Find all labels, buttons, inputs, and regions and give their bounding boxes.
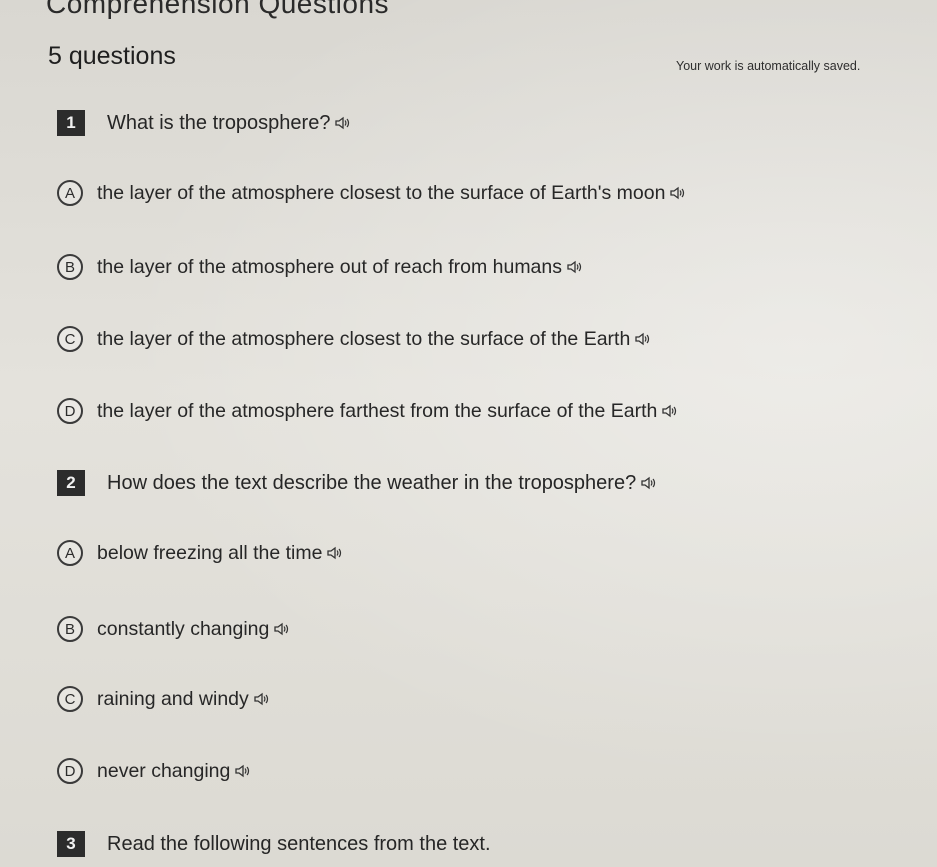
- option-letter-circle[interactable]: D: [57, 398, 83, 424]
- option-letter-circle[interactable]: B: [57, 254, 83, 280]
- question-1: 1 What is the troposphere?: [57, 110, 352, 136]
- speaker-icon[interactable]: [334, 114, 352, 132]
- autosave-notice: Your work is automatically saved.: [676, 59, 861, 73]
- option-text[interactable]: raining and windy: [97, 688, 249, 711]
- answer-option-2d[interactable]: D never changing: [57, 758, 252, 784]
- question-text: What is the troposphere?: [107, 111, 331, 134]
- speaker-icon[interactable]: [661, 402, 679, 420]
- speaker-icon[interactable]: [669, 184, 687, 202]
- option-letter-circle[interactable]: D: [57, 758, 83, 784]
- option-letter-circle[interactable]: A: [57, 540, 83, 566]
- answer-option-1c[interactable]: C the layer of the atmosphere closest to…: [57, 326, 652, 352]
- option-text[interactable]: the layer of the atmosphere closest to t…: [97, 328, 630, 351]
- option-letter-circle[interactable]: C: [57, 686, 83, 712]
- question-text: Read the following sentences from the te…: [107, 832, 491, 855]
- answer-option-1b[interactable]: B the layer of the atmosphere out of rea…: [57, 254, 584, 280]
- question-number-badge: 1: [57, 110, 85, 136]
- answer-option-2c[interactable]: C raining and windy: [57, 686, 271, 712]
- answer-option-2b[interactable]: B constantly changing: [57, 616, 291, 642]
- speaker-icon[interactable]: [566, 258, 584, 276]
- option-text[interactable]: below freezing all the time: [97, 542, 322, 565]
- question-count: 5 questions: [48, 42, 176, 70]
- answer-option-1a[interactable]: A the layer of the atmosphere closest to…: [57, 180, 687, 206]
- speaker-icon[interactable]: [326, 544, 344, 562]
- speaker-icon[interactable]: [640, 474, 658, 492]
- question-number-badge: 2: [57, 470, 85, 496]
- option-text[interactable]: constantly changing: [97, 618, 269, 641]
- option-text[interactable]: the layer of the atmosphere closest to t…: [97, 182, 665, 205]
- option-letter-circle[interactable]: C: [57, 326, 83, 352]
- page-title: Comprehension Questions: [46, 0, 390, 19]
- speaker-icon[interactable]: [273, 620, 291, 638]
- question-2: 2 How does the text describe the weather…: [57, 470, 658, 496]
- answer-option-1d[interactable]: D the layer of the atmosphere farthest f…: [57, 398, 679, 424]
- option-text[interactable]: never changing: [97, 760, 230, 783]
- question-number-badge: 3: [57, 831, 85, 857]
- option-letter-circle[interactable]: B: [57, 616, 83, 642]
- option-text[interactable]: the layer of the atmosphere out of reach…: [97, 256, 562, 279]
- speaker-icon[interactable]: [253, 690, 271, 708]
- comprehension-page: Comprehension Questions 5 questions Your…: [0, 0, 937, 867]
- speaker-icon[interactable]: [634, 330, 652, 348]
- question-3: 3 Read the following sentences from the …: [57, 831, 491, 857]
- option-text[interactable]: the layer of the atmosphere farthest fro…: [97, 400, 657, 423]
- speaker-icon[interactable]: [234, 762, 252, 780]
- question-text: How does the text describe the weather i…: [107, 471, 637, 494]
- option-letter-circle[interactable]: A: [57, 180, 83, 206]
- answer-option-2a[interactable]: A below freezing all the time: [57, 540, 344, 566]
